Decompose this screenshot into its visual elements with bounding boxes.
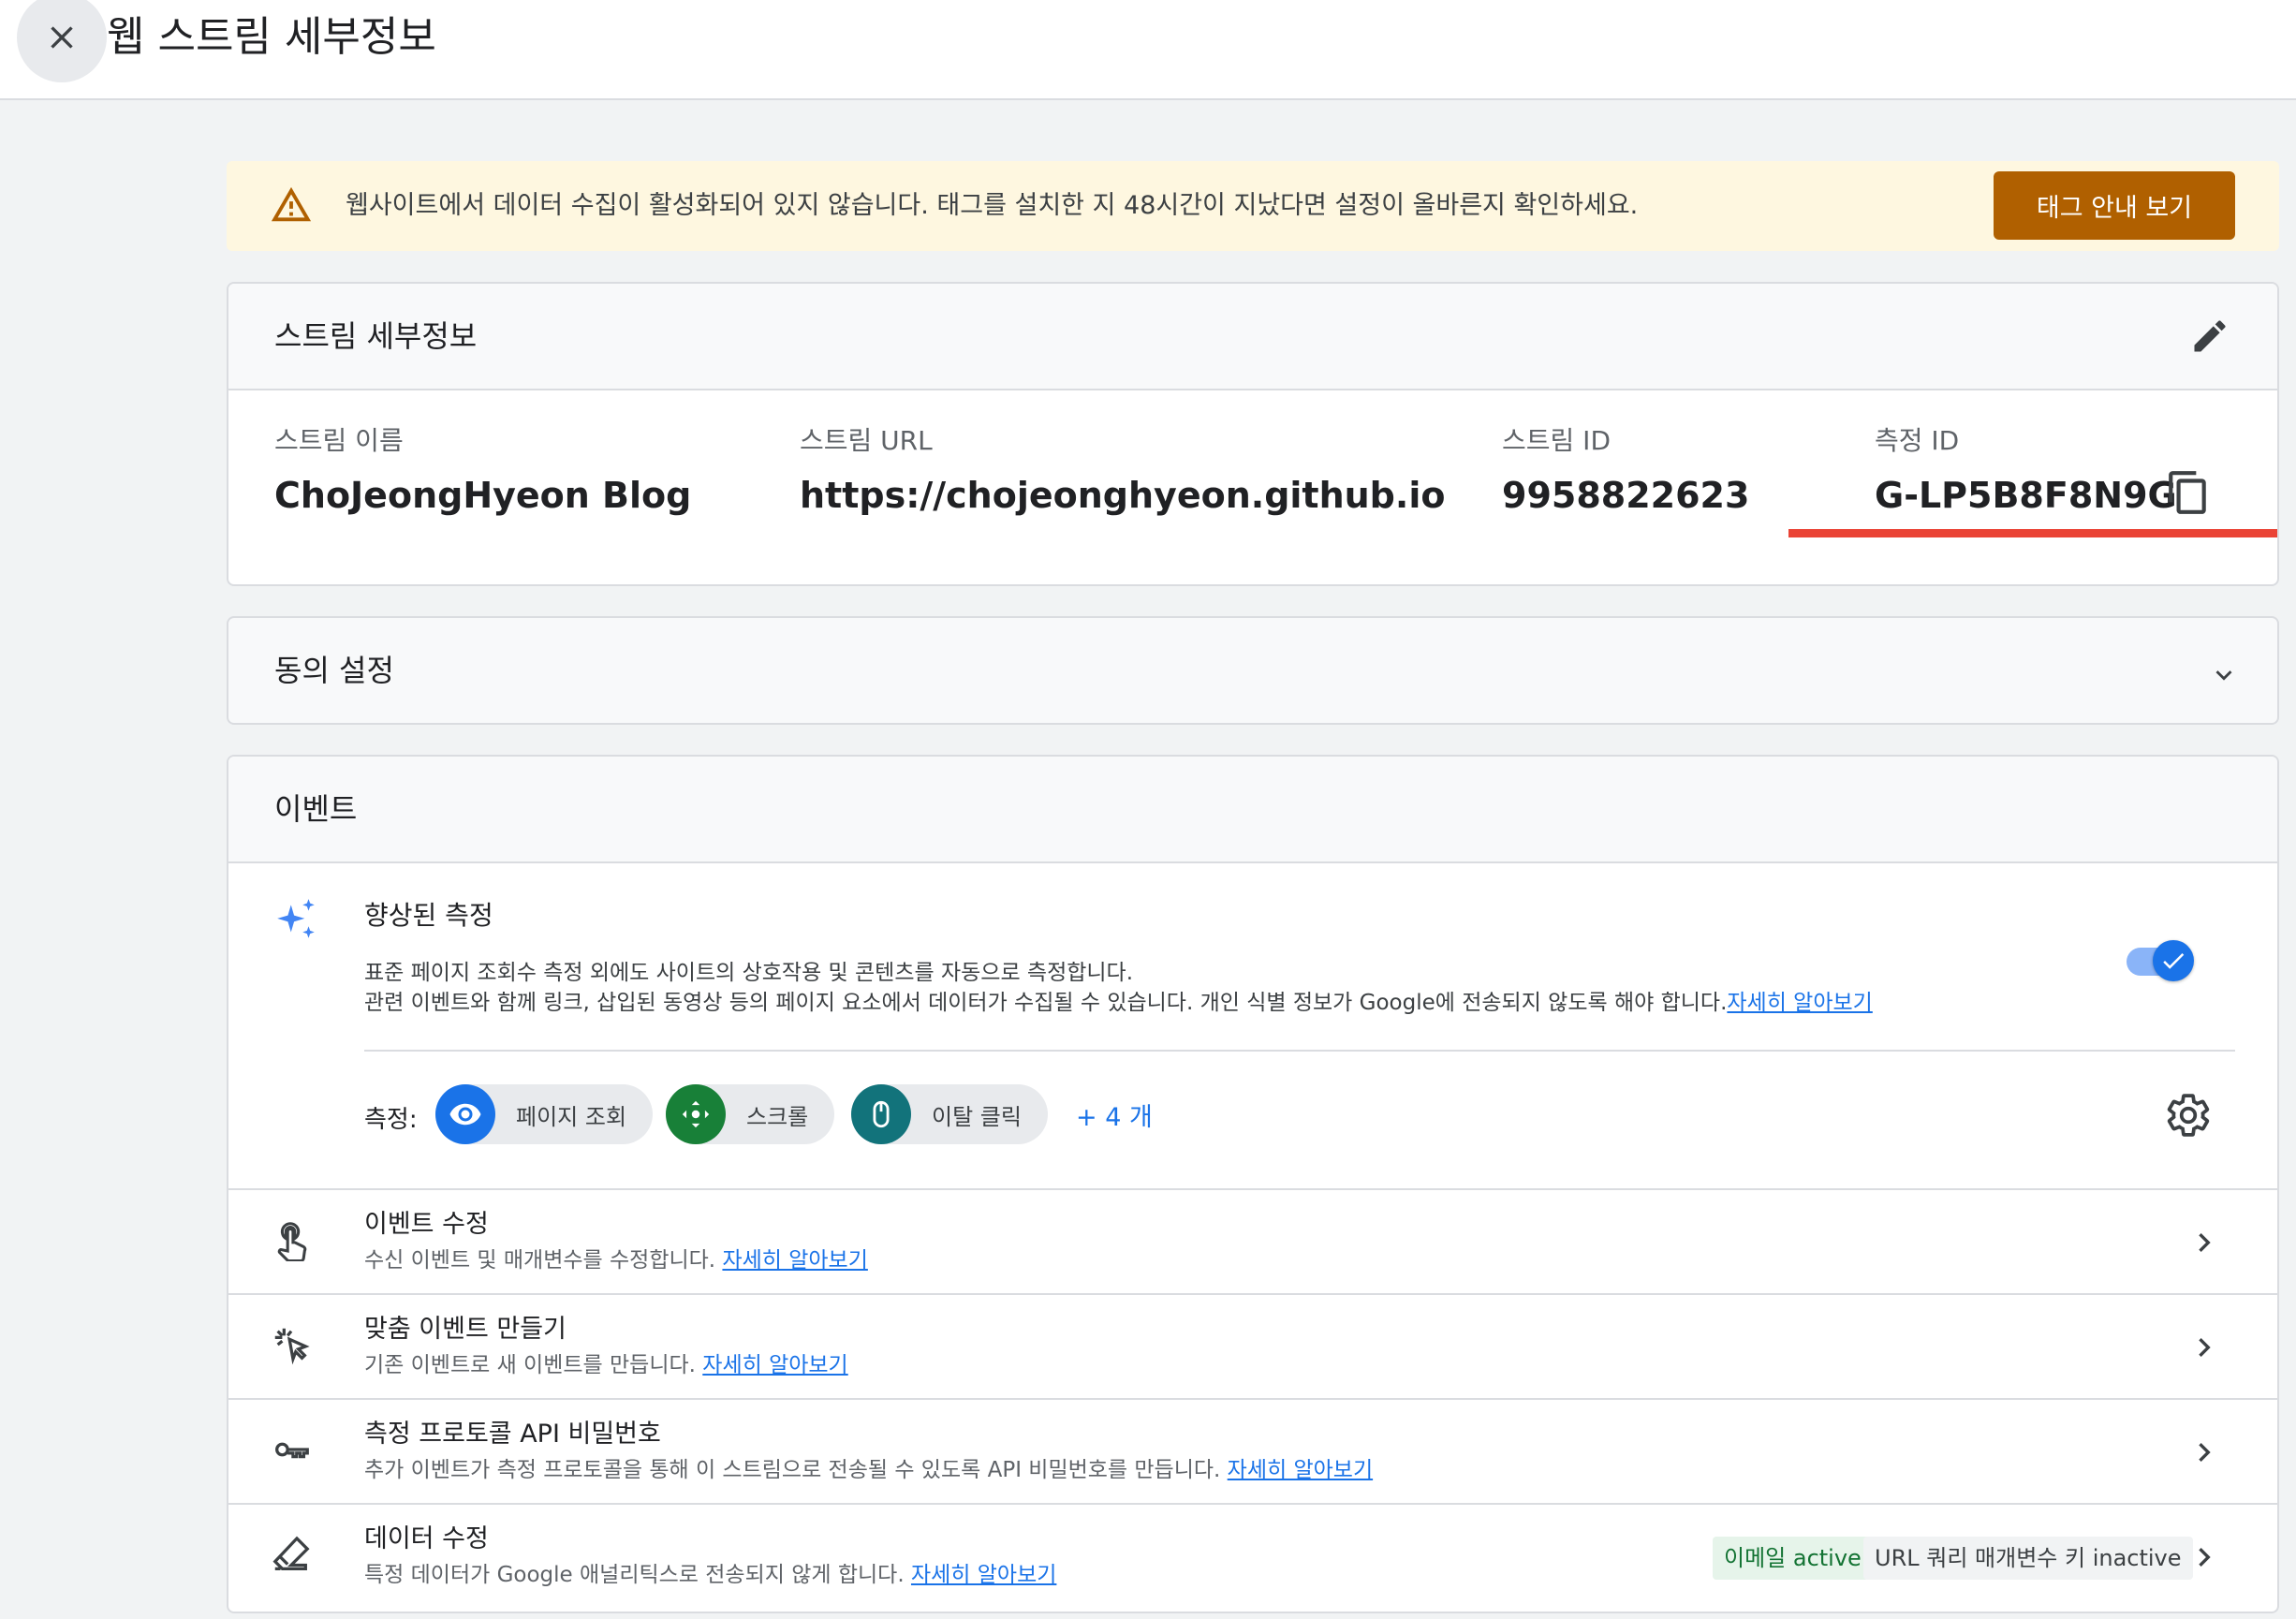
chip-scroll[interactable]: 스크롤: [666, 1084, 835, 1144]
row-measurement-protocol-title: 측정 프로토콜 API 비밀번호: [364, 1420, 661, 1449]
toggle-knob: [2153, 940, 2194, 981]
stream-details-title: 스트림 세부정보: [274, 318, 478, 354]
chip-outbound-click-label: 이탈 클릭: [932, 1103, 1022, 1130]
chip-outbound-click[interactable]: 이탈 클릭: [851, 1084, 1048, 1144]
chip-page-view[interactable]: 페이지 조회: [435, 1084, 654, 1144]
warning-text: 웹사이트에서 데이터 수집이 활성화되어 있지 않습니다. 태그를 설치한 지 …: [346, 191, 1639, 220]
stream-id-label: 스트림 ID: [1502, 425, 1611, 456]
edit-pencil-icon[interactable]: [2189, 316, 2230, 357]
stream-name-value: ChoJeongHyeon Blog: [274, 475, 692, 516]
measurement-id-value[interactable]: G-LP5B8F8N9G: [1875, 471, 2177, 520]
row-create-custom-event-desc: 기존 이벤트로 새 이벤트를 만듭니다.: [364, 1353, 696, 1377]
events-header: 이벤트: [228, 757, 2277, 863]
stream-details-card: 스트림 세부정보 스트림 이름 ChoJeongHyeon Blog 스트림 U…: [227, 282, 2279, 586]
chevron-right-icon: [2199, 1443, 2211, 1462]
stream-name-label: 스트림 이름: [274, 425, 404, 456]
row-modify-events-desc: 수신 이벤트 및 매개변수를 수정합니다.: [364, 1248, 716, 1273]
row-create-custom-event-subtitle: 기존 이벤트로 새 이벤트를 만듭니다. 자세히 알아보기: [364, 1349, 848, 1381]
stream-id-value: 9958822623: [1502, 475, 1750, 516]
stream-details-header: 스트림 세부정보: [228, 284, 2277, 390]
row-measurement-protocol-link[interactable]: 자세히 알아보기: [1228, 1458, 1373, 1482]
row-measurement-protocol[interactable]: 측정 프로토콜 API 비밀번호 추가 이벤트가 측정 프로토콜을 통해 이 스…: [228, 1398, 2277, 1503]
gear-icon[interactable]: [2165, 1092, 2212, 1139]
chip-scroll-label: 스크롤: [746, 1103, 809, 1130]
warning-banner: 웹사이트에서 데이터 수집이 활성화되어 있지 않습니다. 태그를 설치한 지 …: [227, 161, 2279, 251]
app-header: 웹 스트림 세부정보: [0, 0, 2296, 100]
row-measurement-protocol-subtitle: 추가 이벤트가 측정 프로토콜을 통해 이 스트림으로 전송될 수 있도록 AP…: [364, 1454, 1373, 1486]
stream-url-value: https://chojeonghyeon.github.io: [800, 475, 1446, 516]
close-icon: [51, 26, 73, 49]
mouse-icon: [851, 1084, 911, 1144]
copy-icon[interactable]: [2165, 469, 2212, 516]
eye-icon: [435, 1084, 495, 1144]
row-data-redaction-link[interactable]: 자세히 알아보기: [911, 1563, 1056, 1587]
row-data-redaction[interactable]: 데이터 수정 특정 데이터가 Google 애널리틱스로 전송되지 않게 합니다…: [228, 1503, 2277, 1608]
consent-settings-card[interactable]: 동의 설정: [227, 616, 2279, 725]
chevron-down-icon[interactable]: [2208, 659, 2240, 691]
measure-label: 측정:: [364, 1106, 418, 1134]
enhanced-desc-line2: 관련 이벤트와 함께 링크, 삽입된 동영상 등의 페이지 요소에서 데이터가 …: [364, 988, 1873, 1018]
eraser-icon: [272, 1536, 310, 1570]
click-icon: [274, 1328, 310, 1365]
row-create-custom-event-link[interactable]: 자세히 알아보기: [702, 1353, 847, 1377]
chevron-right-icon: [2199, 1338, 2211, 1357]
learn-more-link[interactable]: 자세히 알아보기: [1727, 991, 1872, 1015]
consent-settings-title: 동의 설정: [274, 653, 394, 688]
row-modify-events-link[interactable]: 자세히 알아보기: [722, 1248, 867, 1273]
check-icon: [2163, 952, 2185, 969]
row-create-custom-event[interactable]: 맞춤 이벤트 만들기 기존 이벤트로 새 이벤트를 만듭니다. 자세히 알아보기: [228, 1293, 2277, 1398]
key-icon: [275, 1442, 309, 1459]
tag-guide-button[interactable]: 태그 안내 보기: [1994, 171, 2235, 240]
divider: [364, 1050, 2235, 1052]
warning-icon: [271, 186, 312, 222]
row-data-redaction-desc: 특정 데이터가 Google 애널리틱스로 전송되지 않게 합니다.: [364, 1563, 905, 1587]
email-status-badge: 이메일 active: [1713, 1537, 1873, 1580]
touch-icon: [277, 1222, 307, 1261]
enhanced-measurement-toggle[interactable]: [2127, 940, 2194, 983]
close-button[interactable]: [17, 0, 107, 82]
enhanced-desc-text: 관련 이벤트와 함께 링크, 삽입된 동영상 등의 페이지 요소에서 데이터가 …: [364, 991, 1728, 1015]
scroll-arrows-icon: [666, 1084, 726, 1144]
more-events-link[interactable]: + 4 개: [1076, 1097, 1153, 1133]
row-create-custom-event-title: 맞춤 이벤트 만들기: [364, 1315, 567, 1344]
chevron-right-icon: [2199, 1548, 2211, 1567]
page-title: 웹 스트림 세부정보: [107, 13, 436, 61]
enhanced-measurement-title: 향상된 측정: [364, 900, 493, 931]
row-data-redaction-subtitle: 특정 데이터가 Google 애널리틱스로 전송되지 않게 합니다. 자세히 알…: [364, 1559, 1056, 1591]
measurement-id-label: 측정 ID: [1875, 425, 1960, 456]
enhanced-desc-line1: 표준 페이지 조회수 측정 외에도 사이트의 상호작용 및 콘텐츠를 자동으로 …: [364, 961, 1134, 985]
row-modify-events-title: 이벤트 수정: [364, 1210, 489, 1239]
stream-url-label: 스트림 URL: [800, 425, 933, 456]
chevron-right-icon: [2199, 1233, 2211, 1252]
row-modify-events-subtitle: 수신 이벤트 및 매개변수를 수정합니다. 자세히 알아보기: [364, 1244, 868, 1276]
events-title: 이벤트: [274, 791, 358, 827]
url-param-status-badge: URL 쿼리 매개변수 키 inactive: [1863, 1537, 2193, 1580]
row-modify-events[interactable]: 이벤트 수정 수신 이벤트 및 매개변수를 수정합니다. 자세히 알아보기: [228, 1188, 2277, 1293]
row-data-redaction-title: 데이터 수정: [364, 1524, 489, 1553]
events-card: 이벤트 향상된 측정 표준 페이지 조회수 측정 외에도 사이트의 상호작용 및…: [227, 755, 2279, 1613]
chip-page-view-label: 페이지 조회: [516, 1103, 627, 1130]
row-measurement-protocol-desc: 추가 이벤트가 측정 프로토콜을 통해 이 스트림으로 전송될 수 있도록 AP…: [364, 1458, 1221, 1482]
sparkle-icon: [277, 899, 315, 938]
highlight-underline: [1788, 529, 2277, 537]
